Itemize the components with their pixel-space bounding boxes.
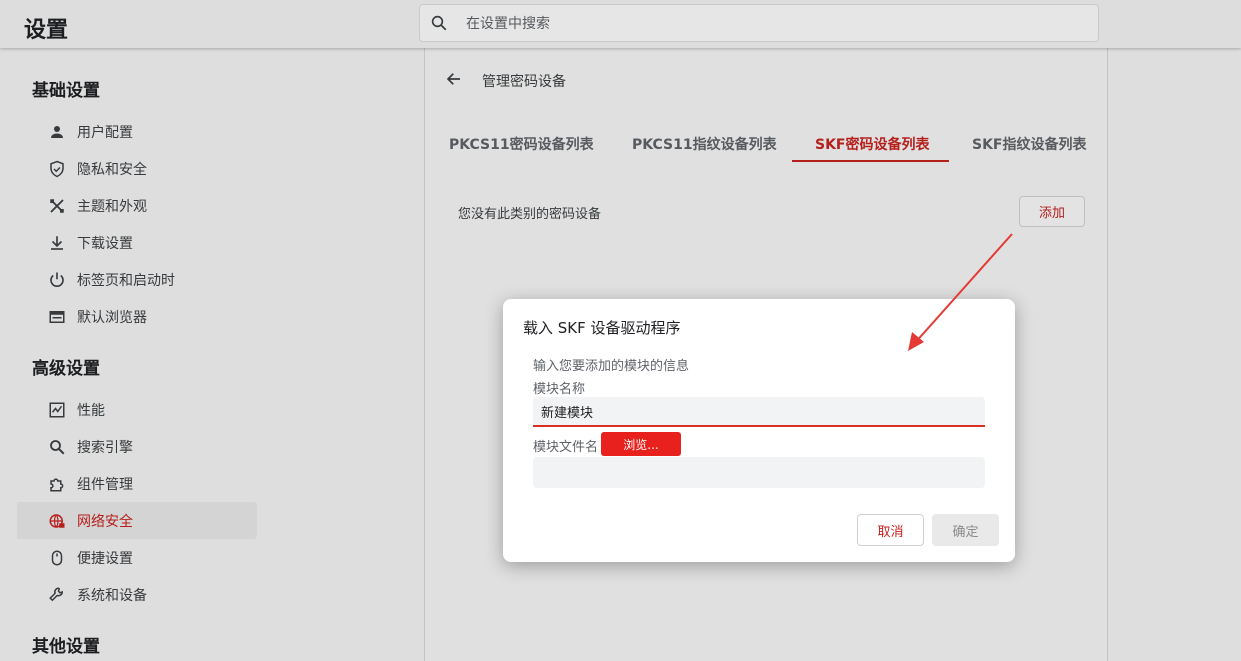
annotation-arrow	[908, 233, 1013, 351]
dialog-title: 载入 SKF 设备驱动程序	[523, 319, 681, 337]
module-file-label: 模块文件名	[533, 440, 599, 455]
module-name-label: 模块名称	[533, 382, 586, 397]
module-name-input[interactable]	[533, 397, 985, 427]
module-file-input[interactable]	[533, 457, 985, 488]
cancel-button[interactable]: 取消	[857, 514, 924, 546]
dialog-info-text: 输入您要添加的模块的信息	[533, 359, 690, 374]
confirm-button[interactable]: 确定	[932, 514, 999, 546]
browse-button[interactable]: 浏览...	[601, 432, 681, 456]
